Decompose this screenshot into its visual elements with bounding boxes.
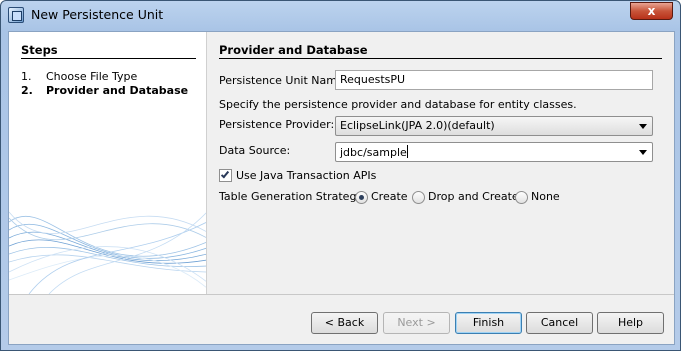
title-bar[interactable]: New Persistence Unit x [1, 1, 680, 29]
cancel-button[interactable]: Cancel [526, 312, 593, 334]
dialog-window: New Persistence Unit x Steps 1. Choose Fi… [0, 0, 681, 351]
close-button[interactable]: x [630, 2, 673, 20]
text-cursor [406, 145, 408, 158]
persistence-unit-icon [8, 7, 24, 23]
unit-name-input[interactable]: RequestsPU [335, 70, 653, 90]
next-button[interactable]: Next > [383, 312, 450, 334]
radio-drop-and-create-label[interactable]: Drop and Create [428, 190, 519, 203]
section-title: Provider and Database [219, 43, 368, 57]
window-title: New Persistence Unit [31, 7, 164, 22]
step-item-provider-and-database: 2. Provider and Database [21, 84, 188, 97]
dialog-content: Steps 1. Choose File Type 2. Provider and … [8, 31, 675, 345]
step-label: Choose File Type [46, 70, 138, 83]
radio-drop-and-create[interactable] [412, 191, 425, 204]
provider-value: EclipseLink(JPA 2.0)(default) [340, 119, 495, 132]
decorative-waves-image [9, 211, 206, 294]
steps-panel: Steps 1. Choose File Type 2. Provider and … [9, 32, 207, 294]
step-label: Provider and Database [46, 84, 189, 97]
radio-create-label[interactable]: Create [371, 190, 408, 203]
chevron-down-icon [639, 124, 647, 129]
unit-name-value: RequestsPU [340, 73, 406, 86]
help-button[interactable]: Help [597, 312, 664, 334]
strategy-label: Table Generation Strategy: [219, 190, 366, 203]
description-text: Specify the persistence provider and dat… [219, 98, 577, 111]
close-icon: x [647, 4, 656, 18]
radio-none-label[interactable]: None [531, 190, 560, 203]
datasource-combobox[interactable]: jdbc/sample [335, 142, 653, 162]
jta-label: Use Java Transaction APIs [236, 169, 377, 182]
checkmark-icon [220, 169, 230, 179]
datasource-label: Data Source: [219, 144, 291, 157]
button-bar-separator [9, 294, 674, 295]
step-item-choose-file-type: 1. Choose File Type [21, 70, 137, 83]
steps-divider [21, 58, 196, 59]
finish-button[interactable]: Finish [455, 312, 522, 334]
steps-title: Steps [21, 43, 58, 57]
radio-create[interactable] [355, 191, 368, 204]
radio-selected-dot [359, 195, 364, 200]
chevron-down-icon [639, 150, 647, 155]
provider-label: Persistence Provider: [219, 118, 335, 131]
unit-name-label: Persistence Unit Name: [219, 74, 348, 87]
back-button[interactable]: < Back [311, 312, 378, 334]
section-divider [219, 58, 662, 59]
provider-dropdown[interactable]: EclipseLink(JPA 2.0)(default) [335, 116, 653, 136]
jta-checkbox[interactable] [219, 169, 232, 182]
step-number: 2. [21, 84, 33, 97]
step-number: 1. [21, 70, 32, 83]
radio-none[interactable] [515, 191, 528, 204]
main-panel: Provider and Database Persistence Unit N… [207, 32, 676, 294]
datasource-value: jdbc/sample [340, 146, 407, 159]
